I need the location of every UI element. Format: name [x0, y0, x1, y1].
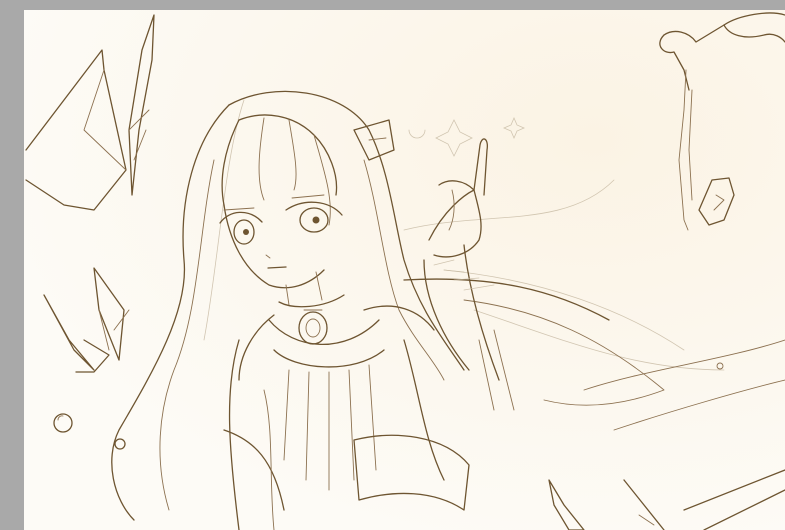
sketch-artwork — [24, 10, 785, 530]
drawing-canvas[interactable] — [24, 10, 785, 530]
